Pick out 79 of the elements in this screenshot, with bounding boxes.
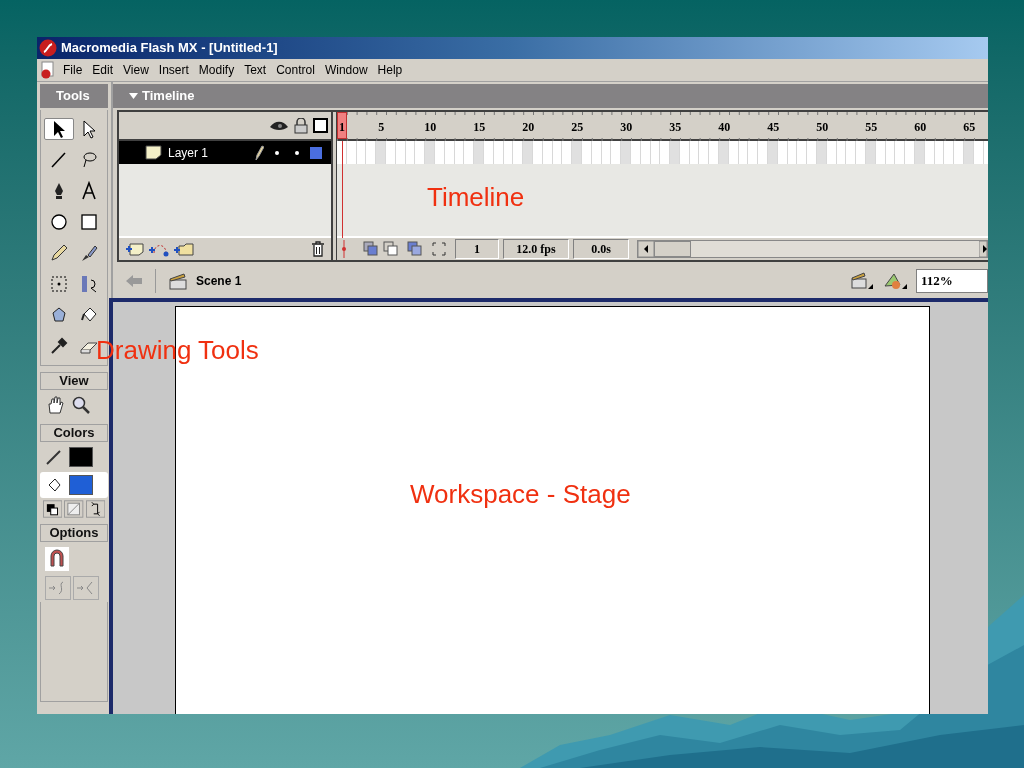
default-colors-icon[interactable] xyxy=(43,500,63,518)
magnet-icon[interactable] xyxy=(45,547,69,571)
eye-icon xyxy=(269,119,289,132)
tool-button[interactable] xyxy=(44,118,74,140)
onion-outline-icon[interactable] xyxy=(383,241,399,257)
clapperboard-icon xyxy=(168,272,188,290)
section-header: View xyxy=(40,372,108,390)
playhead[interactable] xyxy=(337,112,347,139)
free-transform-icon xyxy=(49,274,69,294)
menu-item[interactable]: Insert xyxy=(155,61,192,79)
layer-name: Layer 1 xyxy=(168,144,210,162)
frame-number: 1 xyxy=(339,119,345,136)
horizontal-scrollbar[interactable] xyxy=(637,240,988,258)
flash-logo-icon xyxy=(39,39,57,57)
menu-item[interactable]: Modify xyxy=(195,61,238,79)
frame-number: 60 xyxy=(914,119,927,136)
frame-number: 25 xyxy=(571,119,584,136)
frame-number: 35 xyxy=(669,119,682,136)
outline-icon xyxy=(313,118,328,133)
menu-item[interactable]: Control xyxy=(273,61,318,79)
rectangle-icon xyxy=(79,212,99,232)
layer-icon xyxy=(145,145,162,160)
frame-number: 15 xyxy=(473,119,486,136)
menu-item[interactable]: View xyxy=(120,61,152,79)
no-color-icon[interactable] xyxy=(64,500,84,518)
fill-transform-icon xyxy=(79,274,99,294)
pencil-icon xyxy=(49,243,69,263)
menu-item[interactable]: File xyxy=(60,61,86,79)
scroll-left-icon xyxy=(638,241,654,257)
frame-number: 20 xyxy=(522,119,535,136)
lock-icon xyxy=(294,117,308,134)
pencil-icon xyxy=(45,448,63,466)
onion-markers-icon[interactable] xyxy=(431,241,447,257)
zoom-field[interactable]: 112% xyxy=(916,269,988,293)
frame-number: 50 xyxy=(816,119,829,136)
text-tool-icon xyxy=(79,181,99,201)
edit-symbol-icon[interactable] xyxy=(882,271,908,291)
brush-icon xyxy=(79,243,99,263)
frame-number: 10 xyxy=(424,119,437,136)
window-title: Macromedia Flash MX - [Untitled-1] xyxy=(61,39,278,58)
color-swatch[interactable] xyxy=(69,475,93,495)
panel-header[interactable]: Timeline xyxy=(142,86,195,106)
edit-scene-icon[interactable] xyxy=(850,271,874,291)
hand-icon[interactable] xyxy=(45,395,65,415)
annotation-label: Workspace - Stage xyxy=(410,478,631,510)
pencil-icon xyxy=(254,144,264,161)
frame-number: 30 xyxy=(620,119,633,136)
section-header: Colors xyxy=(40,424,108,442)
menu-item[interactable]: Text xyxy=(241,61,270,79)
panel-header: Tools xyxy=(40,84,108,108)
swap-colors-icon[interactable] xyxy=(85,500,105,518)
frame-number: 45 xyxy=(767,119,780,136)
frame-number: 65 xyxy=(963,119,976,136)
frame-number: 40 xyxy=(718,119,731,136)
document-icon xyxy=(40,61,56,79)
edit-multiple-icon[interactable] xyxy=(407,241,423,257)
current-frame-field: 1 xyxy=(455,239,499,259)
frame-number: 5 xyxy=(378,119,385,136)
color-row[interactable] xyxy=(40,472,108,498)
add-folder-icon[interactable] xyxy=(173,241,195,257)
collapse-triangle-icon[interactable] xyxy=(129,92,138,100)
onion-skin-icon[interactable] xyxy=(363,241,379,257)
elapsed-time-field: 0.0s xyxy=(573,239,629,259)
annotation-label: Timeline xyxy=(427,181,525,213)
layer-color-icon xyxy=(310,146,322,159)
menu-item[interactable]: Help xyxy=(374,61,406,79)
trash-icon[interactable] xyxy=(311,241,325,257)
scene-label[interactable]: Scene 1 xyxy=(196,272,242,290)
zoom-icon[interactable] xyxy=(71,395,91,415)
frame-number: 55 xyxy=(865,119,878,136)
frame-rate-field: 12.0 fps xyxy=(503,239,569,259)
add-layer-icon[interactable] xyxy=(125,241,145,257)
oval-icon xyxy=(49,212,69,232)
line-icon xyxy=(49,150,69,170)
color-swatch[interactable] xyxy=(69,447,93,467)
menu-item[interactable]: Edit xyxy=(89,61,117,79)
section-header: Options xyxy=(40,524,108,542)
layer-row[interactable]: Layer 1 xyxy=(119,141,331,164)
menu-item[interactable]: Window xyxy=(321,61,371,79)
